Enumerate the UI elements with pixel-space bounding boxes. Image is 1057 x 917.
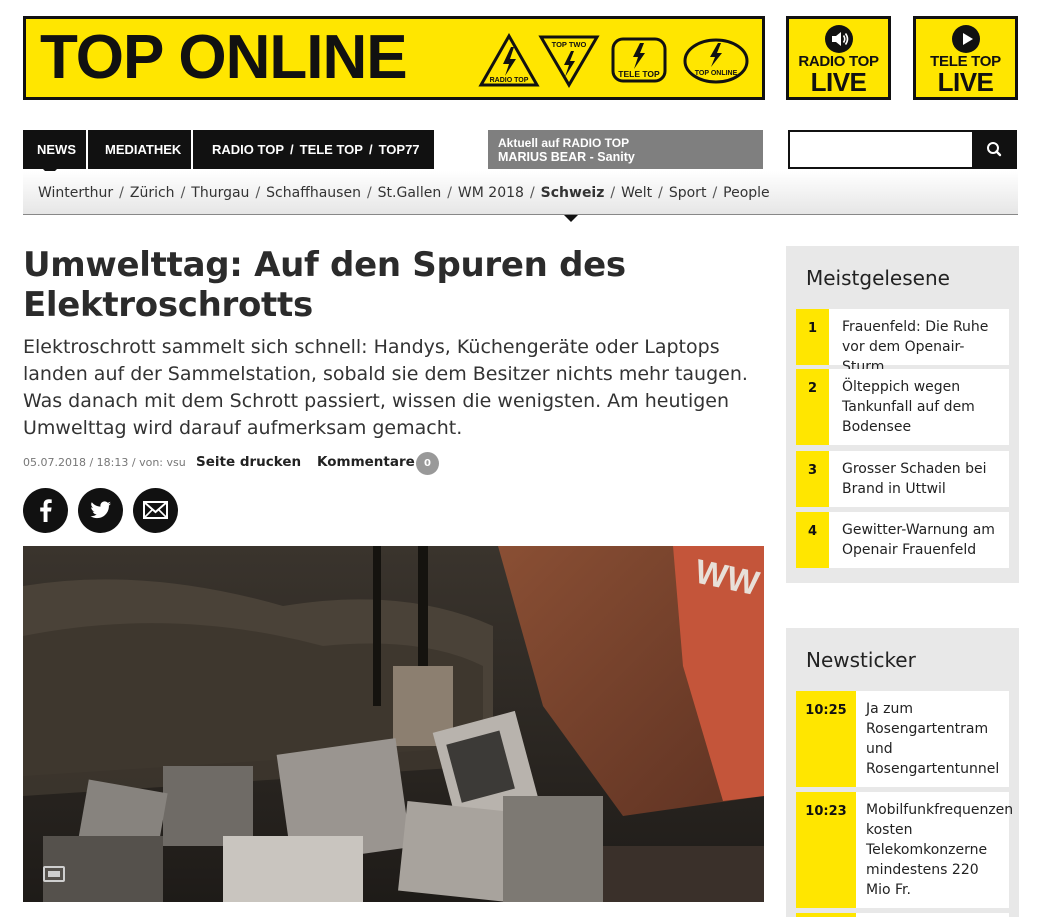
subnav-separator: / (658, 185, 663, 201)
search-input[interactable] (788, 130, 974, 169)
subnav-item-wm-2018[interactable]: WM 2018 (458, 185, 524, 201)
nav-tele-top[interactable]: TELE TOP (300, 142, 363, 157)
now-playing-title: Aktuell auf RADIO TOP (498, 136, 630, 150)
ticker-item[interactable] (796, 913, 1009, 917)
subnav-item-thurgau[interactable]: Thurgau (191, 185, 249, 201)
most-read-title-text: Frauenfeld: Die Ruhe vor dem Openair-Stu… (842, 319, 989, 375)
top-two-logo-text: TOP TWO (552, 40, 587, 49)
subnav-item-people[interactable]: People (723, 185, 770, 201)
subnav-separator: / (180, 185, 186, 201)
facebook-icon (40, 499, 52, 522)
newsticker-title: Newsticker (806, 648, 916, 672)
subnav-separator: / (447, 185, 452, 201)
most-read-item[interactable]: 1 Frauenfeld: Die Ruhe vor dem Openair-S… (796, 309, 1009, 375)
radio-live-word: LIVE (810, 67, 867, 97)
nav-separator: / (368, 142, 373, 157)
search-icon (987, 142, 1002, 157)
article-video[interactable]: WW (23, 546, 764, 902)
comments-count-badge[interactable]: 0 (416, 452, 439, 475)
email-share-button[interactable] (133, 488, 178, 533)
nav-separator: / (290, 142, 294, 157)
ticker-time (796, 913, 856, 917)
radio-top-live-button[interactable]: RADIO TOP LIVE (786, 16, 891, 100)
subnav-separator: / (712, 185, 718, 201)
tele-live-word: LIVE (937, 67, 994, 97)
active-section-pointer (564, 215, 578, 222)
play-icon (951, 25, 980, 53)
nav-news[interactable]: NEWS (23, 130, 87, 176)
tele-top-live-button[interactable]: TELE TOP LIVE (913, 16, 1018, 100)
subnav-separator: / (255, 185, 261, 201)
subnav-item-st-gallen[interactable]: St.Gallen (378, 185, 442, 201)
nav-top77[interactable]: TOP77 (379, 142, 420, 157)
most-read-title: Meistgelesene (806, 266, 950, 290)
ticker-time: 10:25 (796, 691, 856, 787)
most-read-title-text: Gewitter-Warnung am Openair Frauenfeld (842, 522, 995, 558)
region-subnav: Winterthur / Zürich / Thurgau / Schaffhausen / S… (23, 171, 1018, 222)
ticker-item[interactable]: 10:23 Mobilfunkfrequenzen kosten Telekom… (796, 792, 1014, 908)
most-read-item[interactable]: 3 Grosser Schaden bei Brand in Uttwil (796, 451, 1009, 507)
most-read-rank: 4 (796, 512, 829, 568)
top-two-logo[interactable]: TOP TWO (538, 33, 600, 89)
article-meta: 05.07.2018 / 18:13 / von: vsu (23, 456, 186, 469)
top-online-logo-text: TOP ONLINE (695, 70, 738, 77)
ticker-text: Ja zum Rosengartentram und Rosengartentu… (866, 701, 1000, 777)
article-lead: Elektroschrott sammelt sich schnell: Han… (23, 336, 748, 439)
subnav-separator: / (119, 185, 124, 201)
now-playing-box[interactable]: Aktuell auf RADIO TOP MARIUS BEAR - Sani… (488, 130, 763, 169)
email-icon (143, 501, 168, 519)
video-frame-image: WW (23, 546, 764, 902)
newsticker-panel: Newsticker 10:25 Ja zum Rosengartentram … (786, 628, 1019, 917)
most-read-rank: 3 (796, 451, 829, 507)
print-page-link[interactable]: Seite drucken (196, 454, 301, 470)
subnav-item-z-rich[interactable]: Zürich (130, 185, 175, 201)
radio-top-logo[interactable]: RADIO TOP (478, 33, 540, 89)
tele-top-logo-text: TELE TOP (618, 69, 660, 79)
most-read-title-text: Grosser Schaden bei Brand in Uttwil (842, 461, 987, 497)
brand-banner[interactable]: TOP ONLINE RADIO TOP TOP TWO TELE TOP TO… (23, 16, 765, 100)
most-read-item[interactable]: 4 Gewitter-Warnung am Openair Frauenfeld (796, 512, 1009, 568)
most-read-rank: 2 (796, 369, 829, 445)
article-headline: Umwelttag: Auf den Spuren des Elektrosch… (23, 245, 626, 325)
nav-mediathek-label: MEDIATHEK (105, 142, 182, 157)
most-read-panel: Meistgelesene 1 Frauenfeld: Die Ruhe vor… (786, 246, 1019, 583)
nav-news-label: NEWS (37, 142, 76, 157)
twitter-icon (90, 501, 111, 519)
ticker-text: Mobilfunkfrequenzen kosten Telekomkonzer… (866, 802, 1014, 898)
comments-link[interactable]: Kommentare (317, 454, 415, 470)
tele-top-logo[interactable]: TELE TOP (608, 33, 670, 89)
ticker-time: 10:23 (796, 792, 856, 908)
now-playing-track: MARIUS BEAR - Sanity (498, 150, 635, 164)
subnav-items: Winterthur / Zürich / Thurgau / Schaffhausen / S… (38, 185, 770, 201)
subnav-item-winterthur[interactable]: Winterthur (38, 185, 113, 201)
subtitles-icon[interactable] (43, 866, 65, 882)
radio-top-logo-text: RADIO TOP (490, 77, 529, 84)
subnav-separator: / (610, 185, 616, 201)
subnav-item-welt[interactable]: Welt (621, 185, 652, 201)
ticker-item[interactable]: 10:25 Ja zum Rosengartentram und Rosenga… (796, 691, 1009, 787)
speaker-icon (824, 25, 853, 53)
nav-stations: RADIO TOP / TELE TOP / TOP77 (193, 130, 434, 169)
most-read-title-text: Ölteppich wegen Tankunfall auf dem Boden… (842, 379, 975, 435)
subnav-separator: / (366, 185, 372, 201)
twitter-share-button[interactable] (78, 488, 123, 533)
subnav-separator: / (529, 185, 535, 201)
subnav-item-schaffhausen[interactable]: Schaffhausen (266, 185, 361, 201)
facebook-share-button[interactable] (23, 488, 68, 533)
subnav-item-schweiz[interactable]: Schweiz (541, 185, 605, 201)
most-read-item[interactable]: 2 Ölteppich wegen Tankunfall auf dem Bod… (796, 369, 1009, 445)
search-button[interactable] (972, 130, 1017, 169)
top-online-logo[interactable]: TOP ONLINE (682, 33, 750, 89)
most-read-rank: 1 (796, 309, 829, 365)
subnav-item-sport[interactable]: Sport (669, 185, 707, 201)
nav-mediathek[interactable]: MEDIATHEK (88, 130, 192, 169)
brand-title: TOP ONLINE (40, 23, 408, 92)
nav-radio-top[interactable]: RADIO TOP (212, 142, 284, 157)
